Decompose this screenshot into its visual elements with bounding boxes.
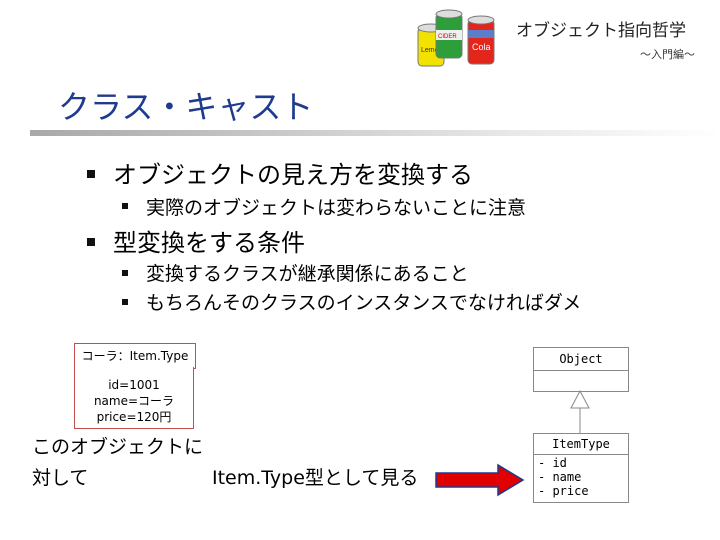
- uml-class-name: Object: [534, 348, 628, 371]
- caption-cast-label: Item.Type型として見る: [212, 467, 419, 489]
- uml-class-name: ItemType: [534, 434, 628, 455]
- svg-text:Cola: Cola: [472, 42, 491, 52]
- uml-class-itemtype: ItemType - id - name - price: [533, 433, 629, 503]
- uml-class-object: Object: [533, 347, 629, 392]
- brand-title: オブジェクト指向哲学: [516, 21, 686, 41]
- uml-attribute: - price: [538, 484, 589, 498]
- object-field-id: id=1001: [108, 378, 160, 392]
- slide-title: クラス・キャスト: [58, 88, 314, 126]
- inheritance-arrow-icon: [570, 390, 590, 433]
- object-fields: id=1001 name=コーラ price=120円: [74, 367, 194, 429]
- object-field-price: price=120円: [96, 410, 172, 424]
- sub-bullet-marker: [122, 270, 128, 276]
- bullet-1-1: 実際のオブジェクトは変わらないことに注意: [146, 197, 527, 219]
- brand-subtitle: ～入門編～: [640, 48, 695, 61]
- svg-text:CIDER: CIDER: [438, 34, 457, 40]
- caption-line-2: 対して: [32, 467, 89, 489]
- bullet-2-1: 変換するクラスが継承関係にあること: [146, 263, 469, 285]
- title-underline: [30, 130, 720, 136]
- object-header: コーラ：Item.Type: [74, 343, 196, 369]
- caption-line-1: このオブジェクトに: [32, 436, 204, 458]
- uml-attribute: - name: [538, 470, 582, 484]
- red-arrow-icon: [435, 463, 525, 497]
- uml-attributes: - id - name - price: [534, 455, 628, 499]
- sub-bullet-marker: [122, 203, 128, 209]
- bullet-2: 型変換をする条件: [113, 229, 305, 257]
- sub-bullet-marker: [122, 299, 128, 305]
- uml-attribute: - id: [538, 456, 567, 470]
- can-cider-icon: CIDER: [435, 9, 463, 59]
- bullet-marker: [87, 170, 95, 178]
- bullet-2-2: もちろんそのクラスのインスタンスでなければダメ: [146, 292, 582, 314]
- can-cola-icon: Cola: [467, 15, 495, 65]
- object-field-name: name=コーラ: [93, 394, 175, 408]
- bullet-1: オブジェクトの見え方を変換する: [113, 161, 473, 189]
- bullet-marker: [87, 238, 95, 246]
- cans-logo: Lemon CIDER Cola: [417, 9, 495, 67]
